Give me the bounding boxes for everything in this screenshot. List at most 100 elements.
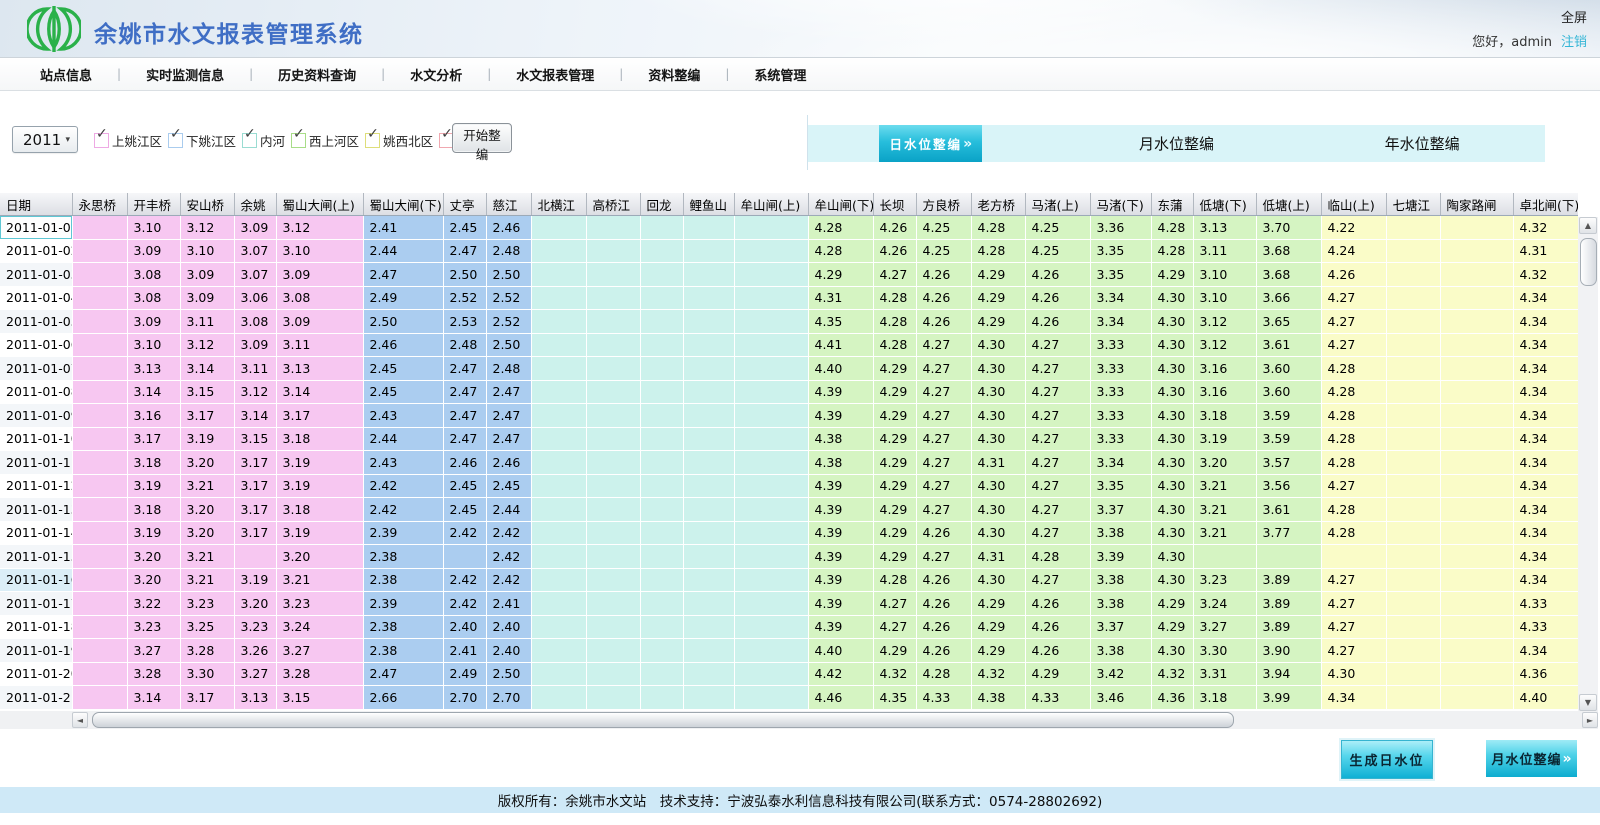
value-cell[interactable]: 2.45 — [486, 474, 531, 498]
value-cell[interactable]: 2.41 — [363, 216, 443, 240]
value-cell[interactable] — [683, 521, 734, 545]
value-cell[interactable] — [1386, 263, 1440, 287]
value-cell[interactable]: 4.28 — [808, 239, 873, 263]
value-cell[interactable]: 4.27 — [1025, 498, 1090, 522]
value-cell[interactable]: 4.28 — [1151, 239, 1193, 263]
value-cell[interactable]: 4.30 — [1151, 380, 1193, 404]
value-cell[interactable]: 3.35 — [1090, 239, 1151, 263]
value-cell[interactable]: 3.89 — [1256, 592, 1321, 616]
value-cell[interactable] — [734, 474, 808, 498]
value-cell[interactable] — [586, 310, 640, 334]
value-cell[interactable]: 4.40 — [1513, 686, 1578, 710]
value-cell[interactable] — [640, 380, 683, 404]
value-cell[interactable]: 3.06 — [234, 286, 276, 310]
value-cell[interactable] — [683, 639, 734, 663]
value-cell[interactable]: 3.15 — [180, 380, 234, 404]
value-cell[interactable]: 2.50 — [486, 263, 531, 287]
value-cell[interactable]: 4.26 — [916, 639, 971, 663]
value-cell[interactable] — [1440, 451, 1513, 475]
value-cell[interactable]: 4.34 — [1513, 545, 1578, 569]
value-cell[interactable] — [734, 498, 808, 522]
value-cell[interactable]: 3.38 — [1090, 521, 1151, 545]
value-cell[interactable]: 3.10 — [127, 333, 180, 357]
value-cell[interactable]: 4.26 — [916, 568, 971, 592]
value-cell[interactable]: 3.19 — [127, 474, 180, 498]
value-cell[interactable]: 4.30 — [971, 498, 1025, 522]
value-cell[interactable]: 2.53 — [443, 310, 486, 334]
value-cell[interactable]: 3.65 — [1256, 310, 1321, 334]
value-cell[interactable] — [640, 498, 683, 522]
value-cell[interactable] — [734, 568, 808, 592]
value-cell[interactable] — [1440, 404, 1513, 428]
value-cell[interactable]: 3.17 — [234, 451, 276, 475]
value-cell[interactable] — [443, 545, 486, 569]
date-cell[interactable]: 2011-01-11 — [0, 451, 72, 475]
value-cell[interactable]: 2.48 — [486, 357, 531, 381]
value-cell[interactable]: 4.32 — [1513, 216, 1578, 240]
value-cell[interactable]: 3.27 — [276, 639, 363, 663]
value-cell[interactable]: 4.29 — [1151, 263, 1193, 287]
value-cell[interactable]: 3.89 — [1256, 568, 1321, 592]
value-cell[interactable]: 4.35 — [873, 686, 916, 710]
value-cell[interactable] — [683, 286, 734, 310]
value-cell[interactable]: 4.27 — [916, 380, 971, 404]
value-cell[interactable]: 2.42 — [363, 498, 443, 522]
value-cell[interactable]: 2.38 — [363, 639, 443, 663]
value-cell[interactable]: 3.57 — [1256, 451, 1321, 475]
value-cell[interactable] — [1386, 427, 1440, 451]
value-cell[interactable] — [734, 545, 808, 569]
value-cell[interactable]: 4.30 — [1151, 474, 1193, 498]
value-cell[interactable]: 3.14 — [127, 380, 180, 404]
value-cell[interactable] — [1386, 521, 1440, 545]
value-cell[interactable]: 4.33 — [1025, 686, 1090, 710]
value-cell[interactable]: 3.15 — [276, 686, 363, 710]
value-cell[interactable]: 4.46 — [808, 686, 873, 710]
value-cell[interactable] — [531, 216, 586, 240]
value-cell[interactable]: 4.26 — [916, 310, 971, 334]
tab-1-active[interactable]: 日水位整编» — [879, 125, 982, 162]
value-cell[interactable]: 4.30 — [971, 357, 1025, 381]
value-cell[interactable]: 3.13 — [234, 686, 276, 710]
value-cell[interactable]: 3.21 — [180, 568, 234, 592]
value-cell[interactable]: 4.27 — [1025, 333, 1090, 357]
date-cell[interactable]: 2011-01-08 — [0, 380, 72, 404]
value-cell[interactable]: 3.33 — [1090, 333, 1151, 357]
value-cell[interactable] — [734, 451, 808, 475]
value-cell[interactable] — [72, 333, 127, 357]
value-cell[interactable]: 2.40 — [486, 639, 531, 663]
value-cell[interactable] — [734, 592, 808, 616]
value-cell[interactable] — [1386, 592, 1440, 616]
value-cell[interactable] — [640, 568, 683, 592]
value-cell[interactable]: 3.33 — [1090, 357, 1151, 381]
value-cell[interactable] — [683, 615, 734, 639]
value-cell[interactable] — [1440, 286, 1513, 310]
value-cell[interactable]: 4.30 — [971, 380, 1025, 404]
value-cell[interactable]: 3.31 — [1193, 662, 1256, 686]
value-cell[interactable]: 3.21 — [1193, 474, 1256, 498]
value-cell[interactable]: 4.26 — [1025, 639, 1090, 663]
value-cell[interactable]: 4.30 — [971, 521, 1025, 545]
value-cell[interactable] — [72, 404, 127, 428]
value-cell[interactable]: 3.24 — [276, 615, 363, 639]
value-cell[interactable] — [72, 310, 127, 334]
value-cell[interactable] — [640, 451, 683, 475]
value-cell[interactable] — [683, 498, 734, 522]
value-cell[interactable] — [1386, 662, 1440, 686]
value-cell[interactable] — [683, 568, 734, 592]
value-cell[interactable]: 4.30 — [1151, 451, 1193, 475]
value-cell[interactable]: 2.39 — [363, 521, 443, 545]
value-cell[interactable]: 4.34 — [1513, 498, 1578, 522]
value-cell[interactable] — [1386, 286, 1440, 310]
value-cell[interactable] — [72, 545, 127, 569]
value-cell[interactable]: 4.28 — [808, 216, 873, 240]
value-cell[interactable]: 2.42 — [486, 521, 531, 545]
value-cell[interactable]: 3.60 — [1256, 357, 1321, 381]
value-cell[interactable] — [72, 263, 127, 287]
value-cell[interactable]: 4.34 — [1513, 357, 1578, 381]
value-cell[interactable]: 2.46 — [443, 451, 486, 475]
value-cell[interactable]: 3.14 — [276, 380, 363, 404]
value-cell[interactable]: 2.42 — [486, 545, 531, 569]
generate-daily-button[interactable]: 生成日水位 — [1341, 740, 1433, 779]
date-cell[interactable]: 2011-01-02 — [0, 239, 72, 263]
value-cell[interactable] — [1386, 474, 1440, 498]
